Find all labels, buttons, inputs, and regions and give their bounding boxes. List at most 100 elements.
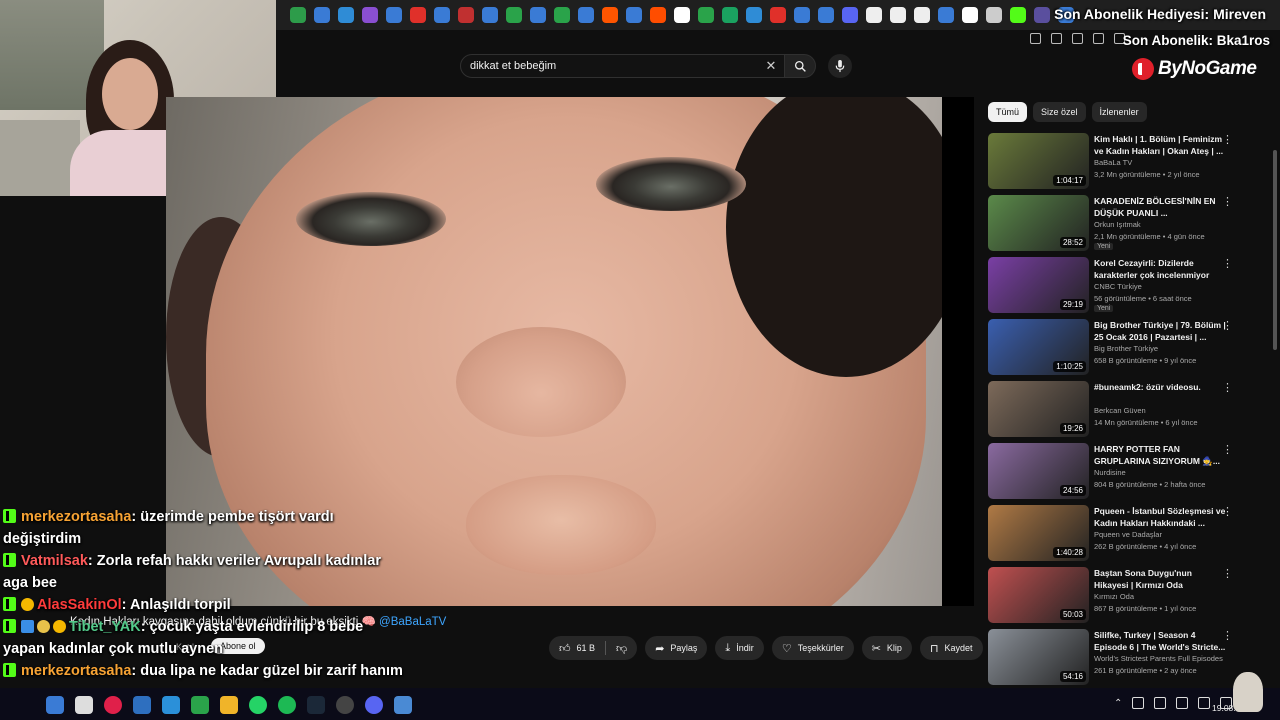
bookmark-icon[interactable] [962, 7, 978, 23]
chip-watched[interactable]: İzlenenler [1091, 102, 1147, 122]
clear-icon[interactable]: ✕ [764, 59, 778, 73]
recommended-video-channel[interactable]: Orkun Işıtmak [1094, 220, 1141, 229]
bookmark-icon[interactable] [1034, 7, 1050, 23]
photos-icon[interactable] [162, 696, 180, 714]
chip-all[interactable]: Tümü [988, 102, 1028, 122]
video-thumbnail[interactable]: 29:19 [988, 257, 1089, 313]
bookmark-icon[interactable] [770, 7, 786, 23]
clip-button[interactable]: ✂ Klip [861, 636, 912, 660]
more-vertical-icon[interactable]: ⋮ [1222, 567, 1233, 580]
bookmark-icon[interactable] [818, 7, 834, 23]
recommended-video-channel[interactable]: CNBC Türkiye [1094, 282, 1142, 291]
video-thumbnail[interactable]: 24:56 [988, 443, 1089, 499]
share-button[interactable]: ➦ Paylaş [645, 636, 708, 660]
more-vertical-icon[interactable]: ⋮ [1222, 505, 1233, 518]
bookmark-icon[interactable] [722, 7, 738, 23]
bookmark-icon[interactable] [314, 7, 330, 23]
recommended-video-channel[interactable]: Pqueen ve Dadaşlar [1094, 530, 1162, 539]
pin-icon[interactable] [1051, 32, 1062, 44]
search-input[interactable]: dikkat et bebeğim [460, 54, 788, 78]
recommended-video-channel[interactable]: World's Strictest Parents Full Episodes [1094, 654, 1223, 663]
like-button[interactable]: 👍︎ 61 B 👎︎ [549, 636, 638, 660]
zoom-icon[interactable] [1030, 32, 1041, 44]
bookmark-icon[interactable] [794, 7, 810, 23]
recommended-video-title[interactable]: Kim Haklı | 1. Bölüm | Feminizm ve Kadın… [1094, 133, 1228, 157]
bookmark-icon[interactable] [506, 7, 522, 23]
recommended-video-title[interactable]: Pqueen - İstanbul Sözleşmesi ve Kadın Ha… [1094, 505, 1228, 529]
video-thumbnail[interactable]: 54:16 [988, 629, 1089, 685]
bookmark-icon[interactable] [842, 7, 858, 23]
bookmark-icon[interactable] [290, 7, 306, 23]
recommended-video[interactable]: 28:52 KARADENİZ BÖLGESİ'NİN EN DÜŞÜK PUAN… [988, 193, 1238, 255]
bookmark-icon[interactable] [482, 7, 498, 23]
bookmark-icon[interactable] [362, 7, 378, 23]
network-icon[interactable] [1176, 697, 1189, 709]
bookmark-icon[interactable] [746, 7, 762, 23]
recommended-video[interactable]: 54:16 Silifke, Turkey | Season 4 Episode … [988, 627, 1238, 689]
folder-icon[interactable] [220, 696, 238, 714]
recommended-video-channel[interactable]: Kırmızı Oda [1094, 592, 1134, 601]
voice-search-button[interactable] [828, 54, 852, 78]
extension-icon[interactable] [1093, 32, 1104, 44]
more-vertical-icon[interactable]: ⋮ [1222, 133, 1233, 146]
bookmark-icon[interactable] [674, 7, 690, 23]
app-icon[interactable] [133, 696, 151, 714]
opera-icon[interactable] [104, 696, 122, 714]
save-button[interactable]: ⊓ Kaydet [919, 636, 983, 660]
more-vertical-icon[interactable]: ⋮ [1222, 443, 1233, 456]
thumbs-down-icon[interactable]: 👎︎ [616, 642, 627, 655]
video-thumbnail[interactable]: 28:52 [988, 195, 1089, 251]
microphone-tray-icon[interactable] [1132, 697, 1145, 709]
bookmark-icon[interactable] [530, 7, 546, 23]
video-thumbnail[interactable]: 1:04:17 [988, 133, 1089, 189]
bookmark-icon[interactable] [602, 7, 618, 23]
video-thumbnail[interactable]: 19:26 [988, 381, 1089, 437]
recommended-video-channel[interactable]: Nurdisine [1094, 468, 1126, 477]
more-vertical-icon[interactable]: ⋮ [1222, 629, 1233, 642]
recommended-video[interactable]: 1:10:25 Big Brother Türkiye | 79. Bölüm |… [988, 317, 1238, 379]
recommended-video[interactable]: 19:26 #buneamk2: özür videosu. Berkcan Güv… [988, 379, 1238, 441]
search-button[interactable] [784, 54, 816, 78]
recommended-video[interactable]: 1:40:28 Pqueen - İstanbul Sözleşmesi ve K… [988, 503, 1238, 565]
discord-icon[interactable] [365, 696, 383, 714]
bookmark-icon[interactable] [626, 7, 642, 23]
recommended-video[interactable]: 1:04:17 Kim Haklı | 1. Bölüm | Feminizm v… [988, 131, 1238, 193]
bookmark-icon[interactable] [410, 7, 426, 23]
bookmark-icon[interactable] [338, 7, 354, 23]
recommended-video-title[interactable]: KARADENİZ BÖLGESİ'NİN EN DÜŞÜK PUANLI ..… [1094, 195, 1228, 219]
whatsapp-icon[interactable] [249, 696, 267, 714]
screenshot-icon[interactable] [1072, 32, 1083, 44]
sidebar-scrollbar[interactable] [1273, 150, 1277, 350]
more-vertical-icon[interactable]: ⋮ [1222, 319, 1233, 332]
bookmark-icon[interactable] [458, 7, 474, 23]
bookmark-icon[interactable] [938, 7, 954, 23]
video-thumbnail[interactable]: 1:40:28 [988, 505, 1089, 561]
chip-for-you[interactable]: Size özel [1033, 102, 1086, 122]
bookmark-icon[interactable] [434, 7, 450, 23]
recommended-video[interactable]: 50:03 Baştan Sona Duygu'nun Hikayesi | Kı… [988, 565, 1238, 627]
obs-icon[interactable] [336, 696, 354, 714]
more-vertical-icon[interactable]: ⋮ [1222, 257, 1233, 270]
video-thumbnail[interactable]: 1:10:25 [988, 319, 1089, 375]
notepad-icon[interactable] [75, 696, 93, 714]
more-vertical-icon[interactable]: ⋮ [1222, 195, 1233, 208]
video-thumbnail[interactable]: 50:03 [988, 567, 1089, 623]
chevron-up-icon[interactable]: ⌃ [1114, 698, 1122, 709]
recommended-video[interactable]: 24:56 HARRY POTTER FAN GRUPLARINA SIZIYOR… [988, 441, 1238, 503]
recommended-video-channel[interactable]: Berkcan Güven [1094, 406, 1146, 415]
recommended-video-channel[interactable]: Big Brother Türkiye [1094, 344, 1158, 353]
bookmark-icon[interactable] [866, 7, 882, 23]
recommended-video[interactable]: 29:19 Korel Cezayirli: Dizilerde karakter… [988, 255, 1238, 317]
network-app-icon[interactable] [394, 696, 412, 714]
more-vertical-icon[interactable]: ⋮ [1222, 381, 1233, 394]
recommended-video-title[interactable]: HARRY POTTER FAN GRUPLARINA SIZIYORUM 🧙.… [1094, 443, 1228, 467]
bookmark-icon[interactable] [554, 7, 570, 23]
media-player-icon[interactable] [191, 696, 209, 714]
bookmark-icon[interactable] [386, 7, 402, 23]
bookmark-icon[interactable] [986, 7, 1002, 23]
recommended-video-title[interactable]: Baştan Sona Duygu'nun Hikayesi | Kırmızı… [1094, 567, 1228, 591]
recommended-video-title[interactable]: Silifke, Turkey | Season 4 Episode 6 | T… [1094, 629, 1228, 653]
bookmark-icon[interactable] [698, 7, 714, 23]
bookmark-icon[interactable] [890, 7, 906, 23]
thanks-button[interactable]: ♡ Teşekkürler [771, 636, 854, 660]
